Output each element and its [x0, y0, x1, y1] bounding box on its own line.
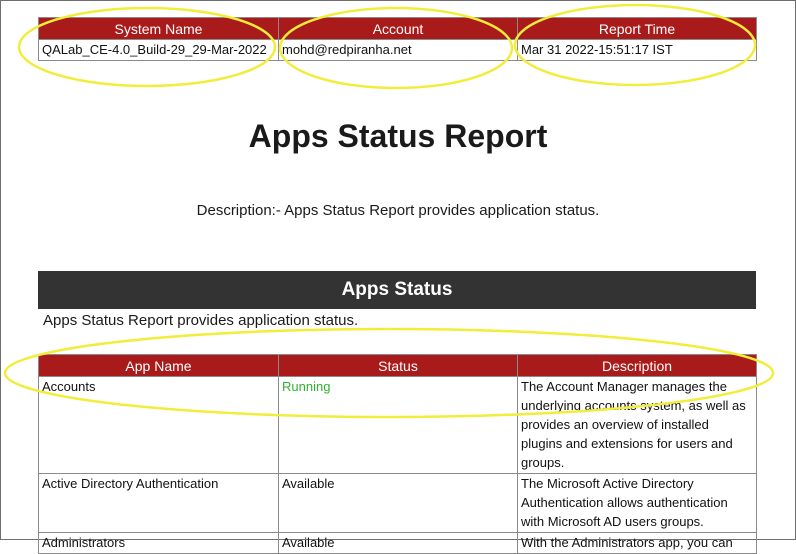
- meta-header-row: System Name Account Report Time: [38, 17, 757, 40]
- system-name-value: QALab_CE-4.0_Build-29_29-Mar-2022: [38, 39, 279, 61]
- table-row: Accounts Running The Account Manager man…: [38, 376, 757, 474]
- apps-header-row: App Name Status Description: [38, 354, 757, 377]
- app-name-cell: Accounts: [38, 376, 279, 474]
- app-status-cell: Available: [278, 532, 518, 554]
- report-title: Apps Status Report: [248, 118, 548, 154]
- apps-header-app-name: App Name: [38, 354, 279, 377]
- app-status-cell: Running: [278, 376, 518, 474]
- report-description: Description:- Apps Status Report provide…: [196, 202, 600, 219]
- table-row: Administrators Available With the Admini…: [38, 532, 757, 554]
- app-name-cell: Active Directory Authentication: [38, 473, 279, 533]
- meta-header-report-time: Report Time: [517, 17, 757, 40]
- app-status-cell: Available: [278, 473, 518, 533]
- app-description-cell: The Account Manager manages the underlyi…: [517, 376, 757, 474]
- meta-value-row: QALab_CE-4.0_Build-29_29-Mar-2022 mohd@r…: [38, 39, 757, 61]
- table-row: Active Directory Authentication Availabl…: [38, 473, 757, 533]
- app-name-cell: Administrators: [38, 532, 279, 554]
- section-header: Apps Status: [38, 271, 756, 309]
- section-subtitle: Apps Status Report provides application …: [43, 312, 359, 329]
- app-description-cell: With the Administrators app, you can: [517, 532, 757, 554]
- account-value: mohd@redpiranha.net: [278, 39, 518, 61]
- report-meta-table: System Name Account Report Time QALab_CE…: [38, 17, 757, 61]
- apps-status-table: App Name Status Description Accounts Run…: [38, 354, 757, 554]
- meta-header-system-name: System Name: [38, 17, 279, 40]
- apps-header-description: Description: [517, 354, 757, 377]
- app-description-cell: The Microsoft Active Directory Authentic…: [517, 473, 757, 533]
- apps-header-status: Status: [278, 354, 518, 377]
- meta-header-account: Account: [278, 17, 518, 40]
- report-time-value: Mar 31 2022-15:51:17 IST: [517, 39, 757, 61]
